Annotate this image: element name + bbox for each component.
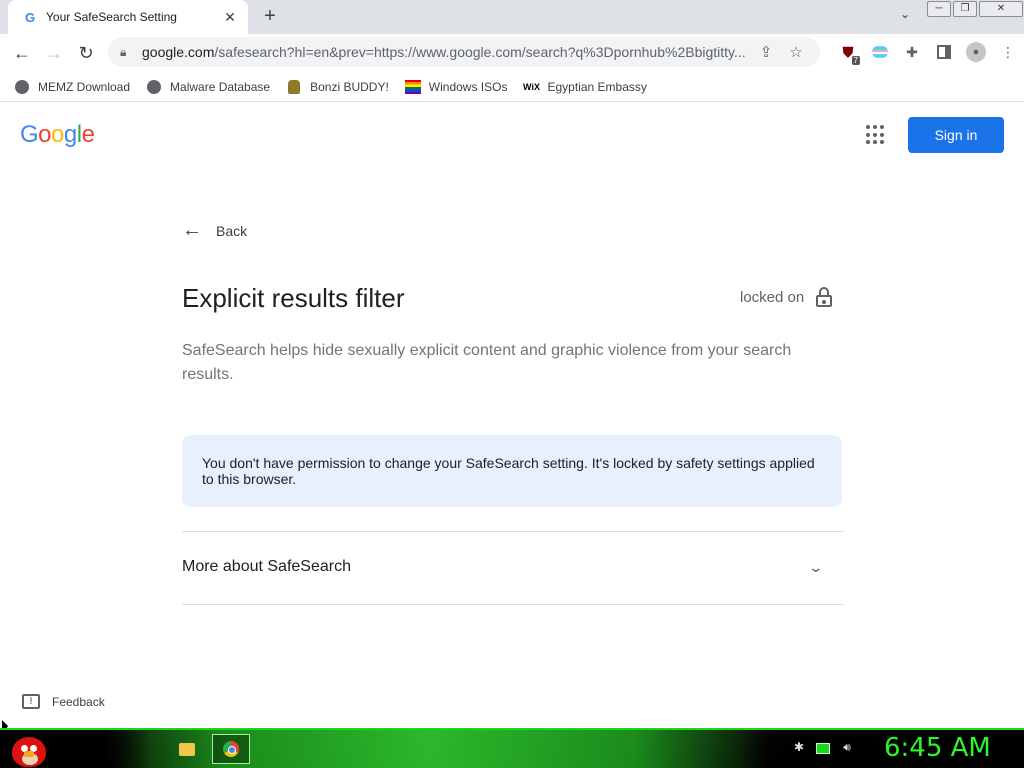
url-text[interactable]: google.com/safesearch?hl=en&prev=https:/… xyxy=(142,44,748,60)
bookmark-label: Windows ISOs xyxy=(428,79,508,94)
maximize-button[interactable]: ❐ xyxy=(953,1,977,17)
bluetooth-icon[interactable]: ✱ xyxy=(790,740,808,756)
new-tab-button[interactable]: + xyxy=(258,4,282,28)
forward-arrow-icon[interactable]: → xyxy=(38,37,70,69)
locked-status: locked on xyxy=(740,287,833,307)
back-label: Back xyxy=(216,222,248,239)
wix-icon: WiX xyxy=(523,81,540,92)
tab-close-icon[interactable]: ✕ xyxy=(222,9,238,26)
taskbar-file-explorer[interactable] xyxy=(168,734,206,764)
url-path: /safesearch?hl=en&prev=https://www.googl… xyxy=(214,44,746,60)
start-button[interactable] xyxy=(6,731,46,767)
globe-icon xyxy=(146,79,162,95)
bookmark-egyptian-embassy[interactable]: WiX Egyptian Embassy xyxy=(523,79,647,95)
address-bar[interactable]: 🔒︎ google.com/safesearch?hl=en&prev=http… xyxy=(108,37,820,67)
tab-strip: G Your SafeSearch Setting ✕ + ⌄ ─ ❐ ✕ xyxy=(0,0,1024,34)
feedback-label: Feedback xyxy=(52,694,105,709)
bookmark-star-icon[interactable]: ☆ xyxy=(784,43,808,61)
bookmark-label: Bonzi BUDDY! xyxy=(310,79,389,94)
taskbar-clock[interactable]: 6:45 AM xyxy=(884,733,991,763)
logo-letter: o xyxy=(38,121,52,148)
bonzi-icon xyxy=(286,79,302,95)
bookmark-memz[interactable]: MEMZ Download xyxy=(14,79,130,95)
safesearch-description: SafeSearch helps hide sexually explicit … xyxy=(182,342,792,383)
bookmark-bonzi-buddy[interactable]: Bonzi BUDDY! xyxy=(286,79,389,95)
extension-badge: 7 xyxy=(851,56,860,65)
bookmark-label: MEMZ Download xyxy=(38,79,131,94)
menu-kebab-icon[interactable]: ⋮ xyxy=(992,37,1024,67)
logo-letter: e xyxy=(81,121,95,148)
more-label: More about SafeSearch xyxy=(182,558,351,575)
taskbar-chrome[interactable] xyxy=(212,734,250,764)
permission-notice: You don't have permission to change your… xyxy=(182,435,842,507)
volume-icon[interactable]: 🔊︎ xyxy=(838,740,856,756)
bookmark-label: Malware Database xyxy=(170,79,271,94)
padlock-icon xyxy=(816,287,833,307)
reload-icon[interactable]: ↻ xyxy=(70,37,102,69)
sign-in-button[interactable]: Sign in xyxy=(908,117,1004,153)
folder-icon xyxy=(179,742,195,756)
globe-icon xyxy=(14,79,30,95)
divider xyxy=(182,604,843,605)
ublock-extension-icon[interactable]: ⛊ 7 xyxy=(832,37,864,67)
locked-label: locked on xyxy=(740,288,805,306)
lock-icon[interactable]: 🔒︎ xyxy=(120,45,132,60)
close-window-button[interactable]: ✕ xyxy=(979,1,1023,17)
puzzle-extensions-icon[interactable]: ✚ xyxy=(896,37,928,67)
angry-bird-icon xyxy=(12,737,46,767)
logo-letter: G xyxy=(20,121,39,148)
google-logo[interactable]: Google xyxy=(20,121,95,149)
network-icon[interactable] xyxy=(816,742,830,754)
bookmark-windows-isos[interactable]: Windows ISOs xyxy=(404,79,508,95)
tab-safesearch[interactable]: G Your SafeSearch Setting ✕ xyxy=(8,0,248,34)
divider xyxy=(182,531,843,532)
feedback-link[interactable]: ! Feedback xyxy=(22,694,105,709)
tab-search-chevron-icon[interactable]: ⌄ xyxy=(896,7,914,25)
system-tray: ✱ 🔊︎ xyxy=(790,740,864,756)
window-controls: ─ ❐ ✕ xyxy=(927,1,1024,17)
extensions-area: ⛊ 7 ✚ ● ⋮ xyxy=(832,37,1024,67)
tab-title: Your SafeSearch Setting xyxy=(46,10,177,24)
logo-letter: o xyxy=(51,121,64,148)
page-content: Google Sign in ← Back Explicit results f… xyxy=(0,103,1024,728)
page-title: Explicit results filter xyxy=(182,283,405,313)
chrome-icon xyxy=(223,741,239,757)
logo-letter: g xyxy=(63,121,77,148)
more-about-safesearch-expander[interactable]: More about SafeSearch ⌄ xyxy=(182,558,825,576)
share-icon[interactable]: ⇪ xyxy=(754,43,778,61)
back-arrow-icon: ← xyxy=(182,219,202,241)
chevron-down-icon: ⌄ xyxy=(807,558,825,575)
flag-extension-icon[interactable] xyxy=(864,37,896,67)
back-link[interactable]: ← Back xyxy=(182,219,247,242)
bookmark-malware-database[interactable]: Malware Database xyxy=(146,79,270,95)
url-host: google.com xyxy=(142,44,215,60)
google-apps-icon[interactable] xyxy=(866,125,886,145)
browser-toolbar: ← → ↻ 🔒︎ google.com/safesearch?hl=en&pre… xyxy=(0,34,1024,72)
rainbow-flag-icon xyxy=(404,79,421,95)
google-favicon-icon: G xyxy=(24,9,36,25)
bookmarks-bar: MEMZ Download Malware Database Bonzi BUD… xyxy=(0,72,1024,102)
back-arrow-icon[interactable]: ← xyxy=(6,37,38,69)
profile-avatar-icon[interactable]: ● xyxy=(960,37,992,67)
feedback-icon: ! xyxy=(22,694,40,709)
minimize-button[interactable]: ─ xyxy=(927,1,951,17)
side-panel-icon[interactable] xyxy=(928,37,960,67)
taskbar: ✱ 🔊︎ 6:45 AM xyxy=(0,728,1024,768)
bookmark-label: Egyptian Embassy xyxy=(547,79,647,94)
